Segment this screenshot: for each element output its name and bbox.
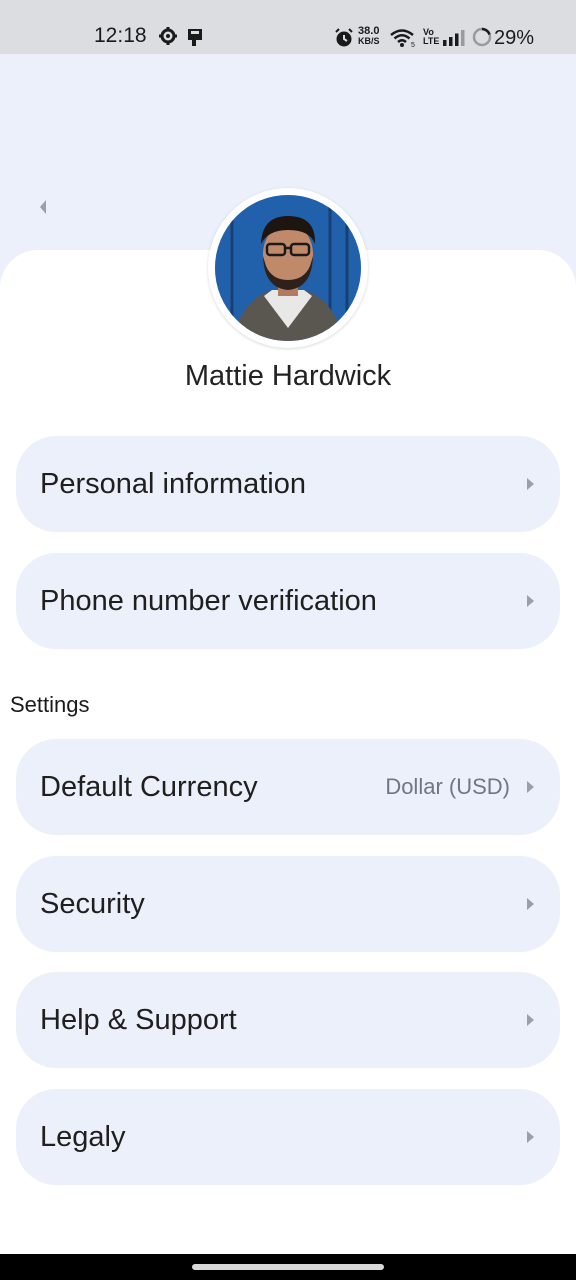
volte-indicator: Vo LTE — [423, 27, 440, 46]
chevron-right-icon — [527, 1014, 534, 1026]
wifi-icon: 5 — [390, 29, 415, 48]
network-speed-unit: KB/S — [358, 36, 380, 46]
menu-item-label: Phone number verification — [40, 584, 377, 617]
system-navigation-bar — [0, 1254, 576, 1280]
settings-gear-icon — [159, 27, 177, 45]
back-arrow-icon — [40, 200, 46, 214]
battery-icon — [472, 27, 492, 47]
security-button[interactable]: Security — [16, 856, 560, 952]
currency-value: Dollar (USD) — [385, 774, 510, 799]
app-notification-icon — [188, 29, 202, 46]
back-button[interactable] — [30, 194, 56, 220]
profile-name: Mattie Hardwick — [184, 360, 392, 392]
menu-item-label: Security — [40, 887, 145, 920]
chevron-right-icon — [527, 898, 534, 910]
status-time: 12:18 — [94, 24, 147, 47]
alarm-icon — [335, 28, 353, 47]
chevron-right-icon — [527, 478, 534, 490]
chevron-right-icon — [527, 595, 534, 607]
menu-item-label: Personal information — [40, 467, 306, 500]
phone-verification-button[interactable]: Phone number verification — [16, 553, 560, 649]
home-gesture-handle[interactable] — [192, 1264, 384, 1270]
personal-information-button[interactable]: Personal information — [16, 436, 560, 532]
default-currency-button[interactable]: Default Currency Dollar (USD) — [16, 739, 560, 835]
avatar-image — [215, 195, 361, 341]
chevron-right-icon — [527, 781, 534, 793]
menu-item-label: Help & Support — [40, 1003, 237, 1036]
legal-button[interactable]: Legaly — [16, 1089, 560, 1185]
svg-text:5: 5 — [411, 42, 415, 48]
status-bar: 12:18 38.0 KB/S 5 Vo LTE 29% — [0, 0, 576, 54]
signal-strength-icon — [443, 30, 465, 46]
settings-section-title: Settings — [10, 692, 90, 717]
battery-percent: 29% — [494, 27, 535, 49]
help-support-button[interactable]: Help & Support — [16, 972, 560, 1068]
menu-item-label: Legaly — [40, 1120, 126, 1153]
chevron-right-icon — [527, 1131, 534, 1143]
menu-item-label: Default Currency — [40, 770, 258, 803]
avatar[interactable] — [208, 188, 368, 348]
network-speed: 38.0 KB/S — [358, 26, 380, 47]
